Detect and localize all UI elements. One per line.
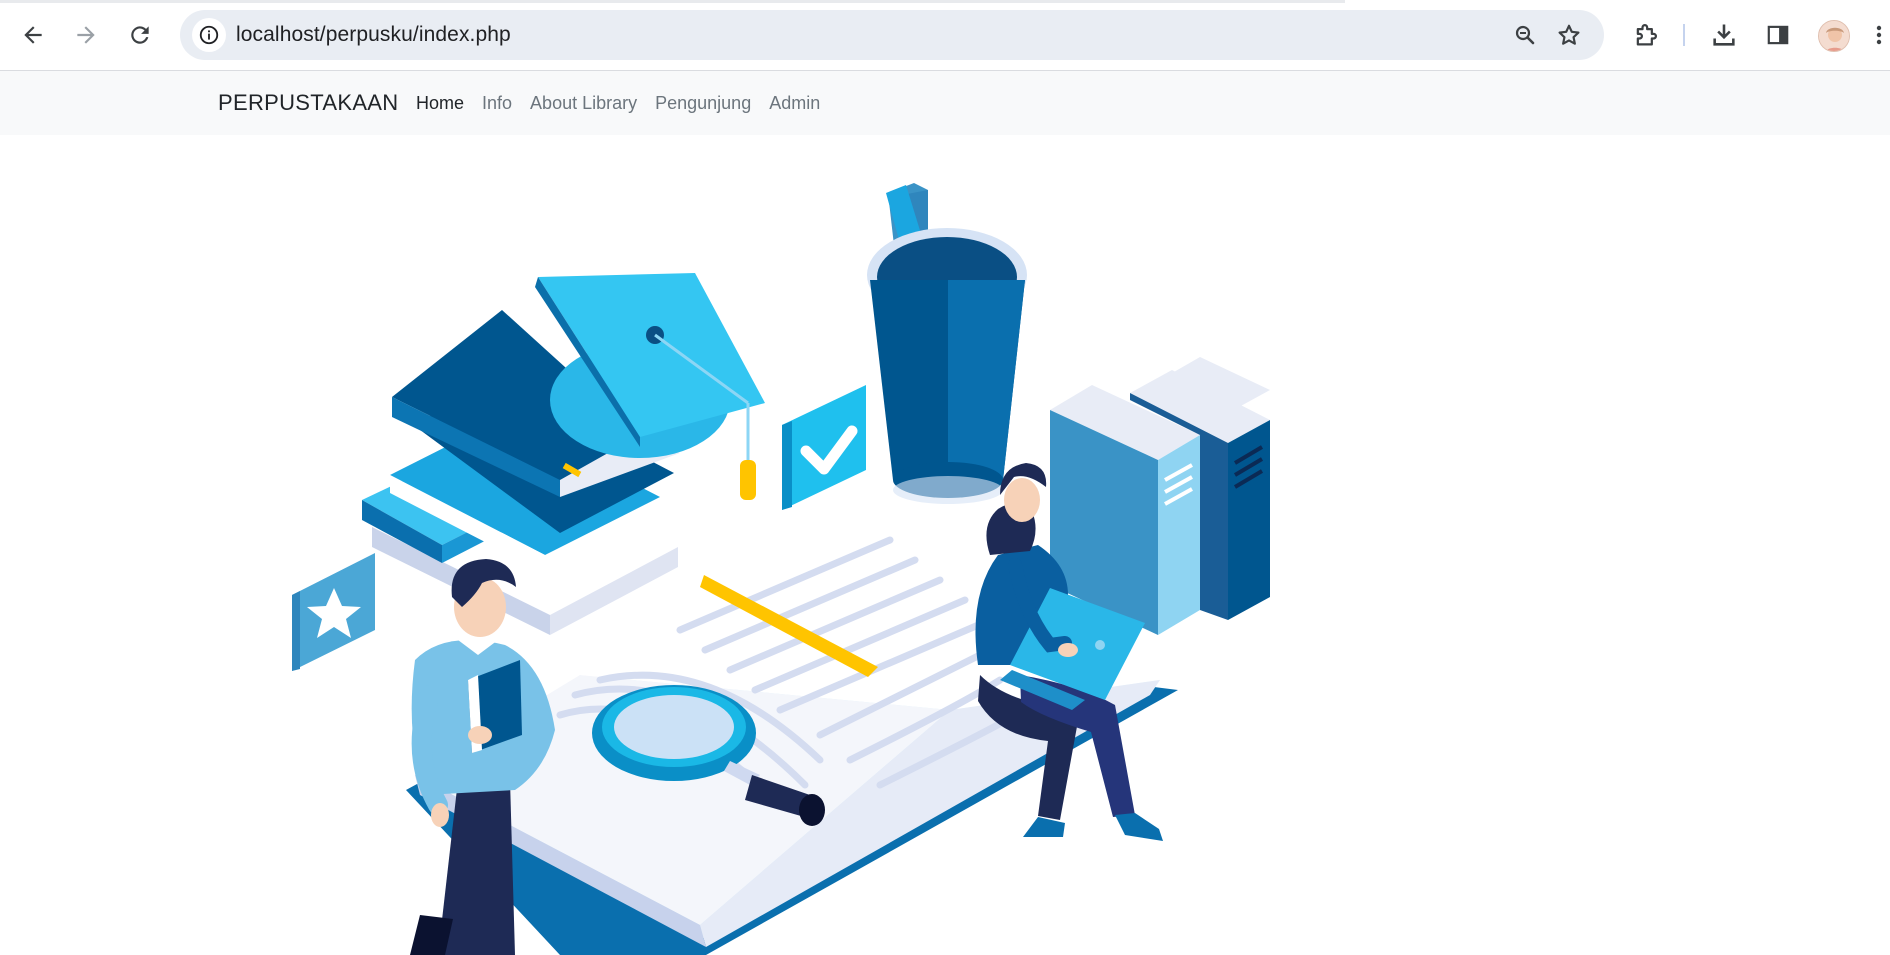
zoom-button[interactable] [1510,20,1540,50]
tab-strip-edge [0,0,1345,3]
arrow-left-icon [24,26,42,44]
star-badge [292,553,375,671]
avatar[interactable] [1818,20,1850,52]
checkmark-badge [782,385,866,510]
side-panel-icon [1767,25,1789,45]
zoom-icon [1515,25,1535,45]
reload-icon [131,26,149,44]
site-info-button[interactable] [192,18,226,52]
kebab-menu-icon [1876,25,1882,45]
back-button[interactable] [12,14,54,56]
address-bar[interactable]: localhost/perpusku/index.php [180,10,1604,60]
upright-books-illustration [1050,357,1270,635]
nav-link-about-library[interactable]: About Library [521,71,646,135]
puzzle-icon [1636,24,1657,46]
star-icon [1558,24,1580,45]
nav-link-admin[interactable]: Admin [760,71,829,135]
bookmark-button[interactable] [1554,20,1584,50]
menu-button[interactable] [1868,18,1890,52]
forward-button[interactable] [65,14,107,56]
profile-photo [1819,21,1849,51]
library-illustration [292,183,1270,955]
nav-links: Home Info About Library Pengunjung Admin [407,71,829,135]
nav-link-info[interactable]: Info [473,71,521,135]
side-panel-button[interactable] [1761,18,1795,52]
downloads-button[interactable] [1707,18,1741,52]
navbar-brand[interactable]: PERPUSTAKAAN [218,71,398,135]
extensions-button[interactable] [1629,18,1663,52]
toolbar-separator [1683,24,1685,46]
arrow-right-icon [77,26,95,44]
reload-button[interactable] [119,14,161,56]
site-navbar: PERPUSTAKAAN Home Info About Library Pen… [0,71,1890,135]
download-icon [1713,24,1735,46]
hero-section [0,135,1890,955]
nav-link-home[interactable]: Home [407,71,473,135]
nav-link-pengunjung[interactable]: Pengunjung [646,71,760,135]
pencil-cup-illustration [867,183,1027,504]
url-text[interactable]: localhost/perpusku/index.php [236,10,511,60]
browser-toolbar: localhost/perpusku/index.php [0,0,1890,71]
info-icon [199,25,219,45]
